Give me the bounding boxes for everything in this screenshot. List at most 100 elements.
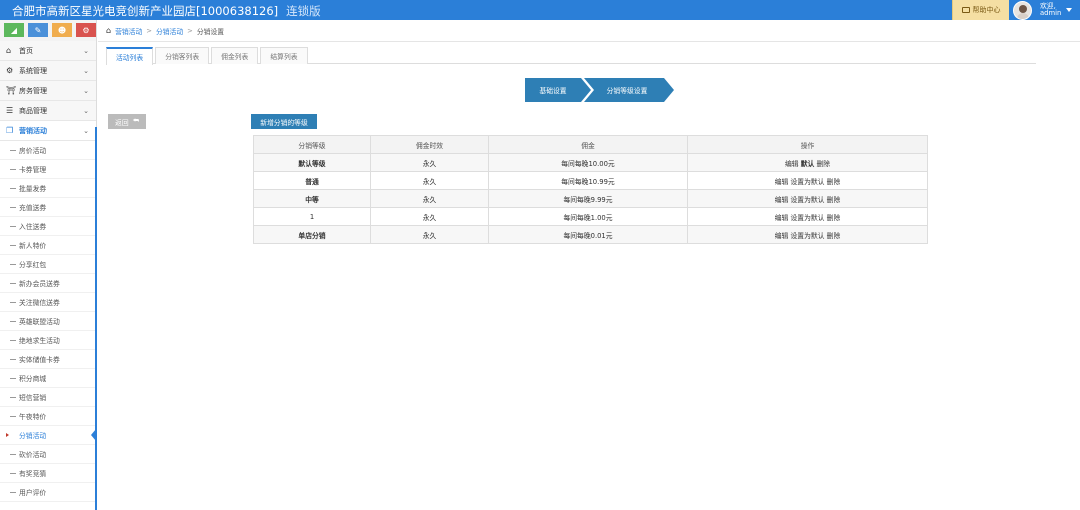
help-center-label: 帮助中心 — [972, 6, 1001, 14]
table-row: 中等 永久 每间每晚9.99元 编辑 设置为默认 删除 — [253, 189, 928, 208]
edit-link[interactable]: 编辑 — [785, 160, 799, 168]
sidebar-subitem[interactable]: 新办会员送券 — [0, 274, 96, 293]
set-default-link[interactable]: 设置为默认 — [791, 232, 825, 240]
add-level-button[interactable]: 新增分销的等级 — [251, 114, 317, 129]
sidebar-subitem[interactable]: 房价活动 — [0, 141, 96, 160]
sidebar-subitem[interactable]: 砍价活动 — [0, 445, 96, 464]
edit-link[interactable]: 编辑 — [775, 178, 789, 186]
dash-icon — [10, 282, 16, 284]
delete-link[interactable]: 删除 — [827, 196, 841, 204]
sidebar-subitem[interactable]: 批量发券 — [0, 179, 96, 198]
delete-link[interactable]: 删除 — [827, 178, 841, 186]
sidebar-subitem-label: 卡券管理 — [19, 166, 47, 174]
sidebar-item-system[interactable]: ⚙ 系统管理 ⌄ — [0, 61, 96, 81]
sidebar-subitem-label: 英雄联盟活动 — [19, 318, 60, 326]
sidebar-subitem-label: 批量发券 — [19, 185, 47, 193]
chevron-down-icon: ⌄ — [83, 126, 89, 135]
caret-down-icon — [1066, 8, 1073, 12]
help-center-button[interactable]: 帮助中心 — [952, 0, 1009, 20]
set-default-link[interactable]: 设置为默认 — [791, 196, 825, 204]
pencil-icon[interactable]: ✎ — [28, 23, 48, 37]
back-button-label: 返回 — [115, 118, 129, 127]
actions-cell: 编辑 设置为默认 删除 — [687, 207, 928, 226]
sidebar-subitem[interactable]: 积分商城 — [0, 369, 96, 388]
dash-icon — [10, 168, 16, 170]
sidebar-subitem-label: 用户评价 — [19, 489, 47, 497]
validity-cell: 永久 — [370, 189, 489, 208]
sidebar-subitem[interactable]: 充值送券 — [0, 198, 96, 217]
delete-link[interactable]: 删除 — [816, 160, 830, 168]
dash-icon — [10, 377, 16, 379]
dash-icon — [10, 206, 16, 208]
set-default-link[interactable]: 设置为默认 — [791, 214, 825, 222]
sidebar-subitem[interactable]: 绝地求生活动 — [0, 331, 96, 350]
signal-icon[interactable]: ◢ — [4, 23, 24, 37]
delete-link[interactable]: 删除 — [827, 232, 841, 240]
avatar — [1013, 0, 1032, 20]
edit-link[interactable]: 编辑 — [775, 214, 789, 222]
sidebar-item-rooms[interactable]: ⛩ 房务管理 ⌄ — [0, 81, 96, 101]
breadcrumb-item[interactable]: 营销活动 — [115, 26, 142, 36]
table-row: 1 永久 每间每晚1.00元 编辑 设置为默认 删除 — [253, 207, 928, 226]
sidebar-subitem-label: 房价活动 — [19, 147, 47, 155]
step-basic-settings[interactable]: 基础设置 — [525, 78, 591, 102]
dash-icon — [10, 225, 16, 227]
level-cell: 1 — [253, 207, 371, 226]
level-cell: 普通 — [253, 171, 371, 190]
sidebar-subitem-label: 分享红包 — [19, 261, 47, 269]
sidebar-item-label: 营销活动 — [19, 126, 47, 135]
edition-label: 连锁版 — [286, 4, 321, 18]
set-default-link[interactable]: 设置为默认 — [791, 178, 825, 186]
step-level-settings[interactable]: 分销等级设置 — [584, 78, 674, 102]
sidebar-subitem-current[interactable]: 分销活动 — [0, 426, 96, 445]
sidebar-subitem[interactable]: 午夜特价 — [0, 407, 96, 426]
dash-icon — [10, 396, 16, 398]
breadcrumb: ⌂ 营销活动 > 分销活动 > 分销设置 — [98, 20, 1080, 42]
breadcrumb-separator: > — [187, 26, 193, 35]
dash-icon — [10, 415, 16, 417]
dash-icon — [10, 320, 16, 322]
shortcut-bar: ◢ ✎ ☻ ⚙ — [0, 20, 96, 41]
user-menu[interactable]: 欢迎, admin — [1013, 0, 1073, 20]
delete-link[interactable]: 删除 — [827, 214, 841, 222]
home-icon[interactable]: ⌂ — [106, 26, 111, 35]
level-cell: 默认等级 — [253, 153, 371, 172]
dash-icon — [10, 244, 16, 246]
sidebar-subitem[interactable]: 入住送券 — [0, 217, 96, 236]
dash-icon — [10, 149, 16, 151]
cogs-icon[interactable]: ⚙ — [76, 23, 96, 37]
sidebar-subitem[interactable]: 短信营销 — [0, 388, 96, 407]
sidebar-item-goods[interactable]: ☰ 商品管理 ⌄ — [0, 101, 96, 121]
dash-icon — [10, 187, 16, 189]
level-cell: 中等 — [253, 189, 371, 208]
tab-activity-list[interactable]: 活动列表 — [106, 47, 154, 65]
home-icon: ⌂ — [6, 46, 12, 55]
sidebar-subitem[interactable]: 实体储值卡券 — [0, 350, 96, 369]
sidebar-item-home[interactable]: ⌂ 首页 ⌄ — [0, 41, 96, 61]
validity-cell: 永久 — [370, 171, 489, 190]
edit-link[interactable]: 编辑 — [775, 196, 789, 204]
back-button[interactable]: 返回 ⮪ — [108, 114, 146, 129]
sidebar-subitem[interactable]: 关注微信送券 — [0, 293, 96, 312]
sidebar-subitem-label: 充值送券 — [19, 204, 47, 212]
sidebar-subitem[interactable]: 英雄联盟活动 — [0, 312, 96, 331]
tab-settlement-list[interactable]: 结算列表 — [260, 47, 308, 64]
users-icon[interactable]: ☻ — [52, 23, 72, 37]
table-row: 单店分销 永久 每间每晚0.01元 编辑 设置为默认 删除 — [253, 225, 928, 244]
sidebar-item-marketing[interactable]: ❐ 营销活动 ⌄ — [0, 121, 96, 141]
breadcrumb-item[interactable]: 分销活动 — [156, 26, 183, 36]
sidebar-subitem[interactable]: 分享红包 — [0, 255, 96, 274]
sidebar-subitem[interactable]: 卡券管理 — [0, 160, 96, 179]
actions-cell: 编辑 设置为默认 删除 — [687, 171, 928, 190]
sidebar-subitem[interactable]: 用户评价 — [0, 483, 96, 502]
tab-distributor-list[interactable]: 分销客列表 — [155, 47, 210, 64]
edit-link[interactable]: 编辑 — [775, 232, 789, 240]
store-name: 合肥市高新区星光电竞创新产业园店[1000638126] — [12, 4, 279, 18]
commission-cell: 每间每晚10.00元 — [488, 153, 688, 172]
sidebar-subitem[interactable]: 新人特价 — [0, 236, 96, 255]
sidebar-subitem-label: 砍价活动 — [19, 451, 47, 459]
sidebar-subitem-label: 新办会员送券 — [19, 280, 60, 288]
sidebar-subitem[interactable]: 有奖竞猜 — [0, 464, 96, 483]
table-header-row: 分销等级 佣金时效 佣金 操作 — [253, 135, 928, 154]
tab-commission-list[interactable]: 佣金列表 — [211, 47, 259, 64]
